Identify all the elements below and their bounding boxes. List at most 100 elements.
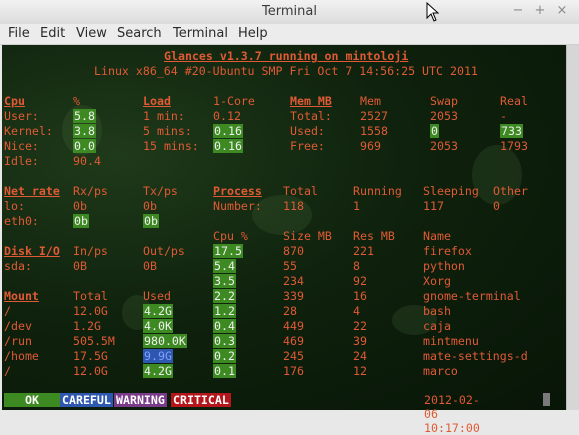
menu-view[interactable]: View [76,26,107,41]
mount-used: 4.0K [143,319,173,333]
proc-name: firefox [423,244,472,258]
minimize-icon[interactable]: − [511,3,525,18]
proc-size: 176 [283,364,304,378]
proc-size: 870 [283,244,304,258]
process-col-running: Running [353,184,402,198]
mem-col-real: Real [500,94,528,108]
process-number-label: Number: [213,199,262,213]
cpu-idle-label: Idle: [4,154,39,168]
proc-name: mate-settings-d [423,349,528,363]
load-col: 1-Core [213,94,255,108]
proc-cpu: 0.1 [213,364,236,378]
mem-used-real: 733 [500,124,523,138]
close-icon[interactable]: × [555,3,569,18]
mem-free-label: Free: [290,139,325,153]
proc-res: 221 [353,244,374,258]
status-warning: WARNING [114,393,167,407]
net-lo-rx: 0b [73,199,87,213]
proc-size: 234 [283,274,304,288]
cpu-heading: Cpu [4,94,25,108]
load-1-label: 1 min: [143,109,185,123]
menu-help[interactable]: Help [238,26,268,41]
mem-used-swap: 0 [430,124,439,138]
proc-cpu: 0.4 [213,319,236,333]
mem-free-mem: 969 [360,139,381,153]
load-5-label: 5 mins: [143,124,192,138]
title-bar[interactable]: Terminal − + × [0,0,579,25]
mem-col-swap: Swap [430,94,458,108]
process-total: 118 [283,199,304,213]
proc-size: 55 [283,259,297,273]
proc-res: 92 [353,274,367,288]
menu-terminal[interactable]: Terminal [173,26,228,41]
mount-path: /dev [4,319,32,333]
cpu-col: % [73,94,80,108]
cpu-idle-value: 90.4 [73,154,101,168]
cpu-user-label: User: [4,109,39,123]
net-eth0-rx: 0b [73,214,89,228]
proc-name: caja [423,319,451,333]
mount-path: / [4,304,11,318]
mount-used: 4.2G [143,364,173,378]
mount-path: /home [4,349,39,363]
load-heading: Load [143,94,171,108]
menu-file[interactable]: File [8,26,30,41]
mem-free-swap: 2053 [430,139,458,153]
status-critical: CRITICAL [171,393,231,407]
menu-bar: File Edit View Search Terminal Help [0,24,579,45]
proc-res: 16 [353,289,367,303]
disk-sda-label: sda: [4,259,32,273]
proc-size: 245 [283,349,304,363]
proclist-col-cpu: Cpu % [213,229,248,243]
mem-used-label: Used: [290,124,325,138]
mouse-cursor-icon [426,2,440,22]
net-lo-label: lo: [4,199,25,213]
terminal-area[interactable]: Glances v1.3.7 running on mintoloji Linu… [2,45,566,410]
mem-total-real: - [500,109,507,123]
maximize-icon[interactable]: + [533,3,547,18]
proclist-col-size: Size MB [283,229,332,243]
mount-used: 9.9G [143,349,173,363]
load-15-value: 0.16 [213,139,243,153]
proclist-col-res: Res MB [353,229,395,243]
proc-size: 28 [283,304,297,318]
process-col-total: Total [283,184,318,198]
status-datetime: 2012-02-06 10:17:00 [424,393,480,435]
proc-cpu: 0.2 [213,349,236,363]
net-lo-tx: 0b [143,199,157,213]
menu-search[interactable]: Search [117,26,162,41]
scrollbar[interactable] [566,45,579,410]
proc-cpu: 17.5 [213,244,243,258]
net-col-tx: Tx/ps [143,184,178,198]
mem-heading: Mem MB [290,94,332,108]
net-heading: Net rate [4,184,60,198]
disk-sda-out: 0B [143,259,157,273]
process-col-sleeping: Sleeping [423,184,479,198]
terminal-window: Terminal − + × File Edit View Search Ter… [0,0,579,435]
mem-total-mem: 2527 [360,109,388,123]
proc-res: 39 [353,334,367,348]
disk-sda-in: 0B [73,259,87,273]
process-other: 0 [493,199,500,213]
status-careful: CAREFUL [60,393,113,407]
mem-used-mem: 1558 [360,124,388,138]
net-eth0-tx: 0b [143,214,159,228]
mount-col-total: Total [73,289,108,303]
mem-col-mem: Mem [360,94,381,108]
mount-total: 12.0G [73,364,108,378]
system-info: Linux x86_64 #20-Ubuntu SMP Fri Oct 7 14… [94,64,478,78]
mount-used: 4.2G [143,304,173,318]
disk-heading: Disk I/O [4,244,60,258]
mem-total-swap: 2053 [430,109,458,123]
mount-col-used: Used [143,289,171,303]
proc-cpu: 5.4 [213,259,236,273]
menu-edit[interactable]: Edit [40,26,65,41]
proc-name: marco [423,364,458,378]
mount-total: 1.2G [73,319,101,333]
proc-name: bash [423,304,451,318]
net-col-rx: Rx/ps [73,184,108,198]
proc-name: Xorg [423,274,451,288]
process-running: 1 [353,199,360,213]
mount-used: 980.0K [143,334,187,348]
disk-col-in: In/ps [73,244,108,258]
